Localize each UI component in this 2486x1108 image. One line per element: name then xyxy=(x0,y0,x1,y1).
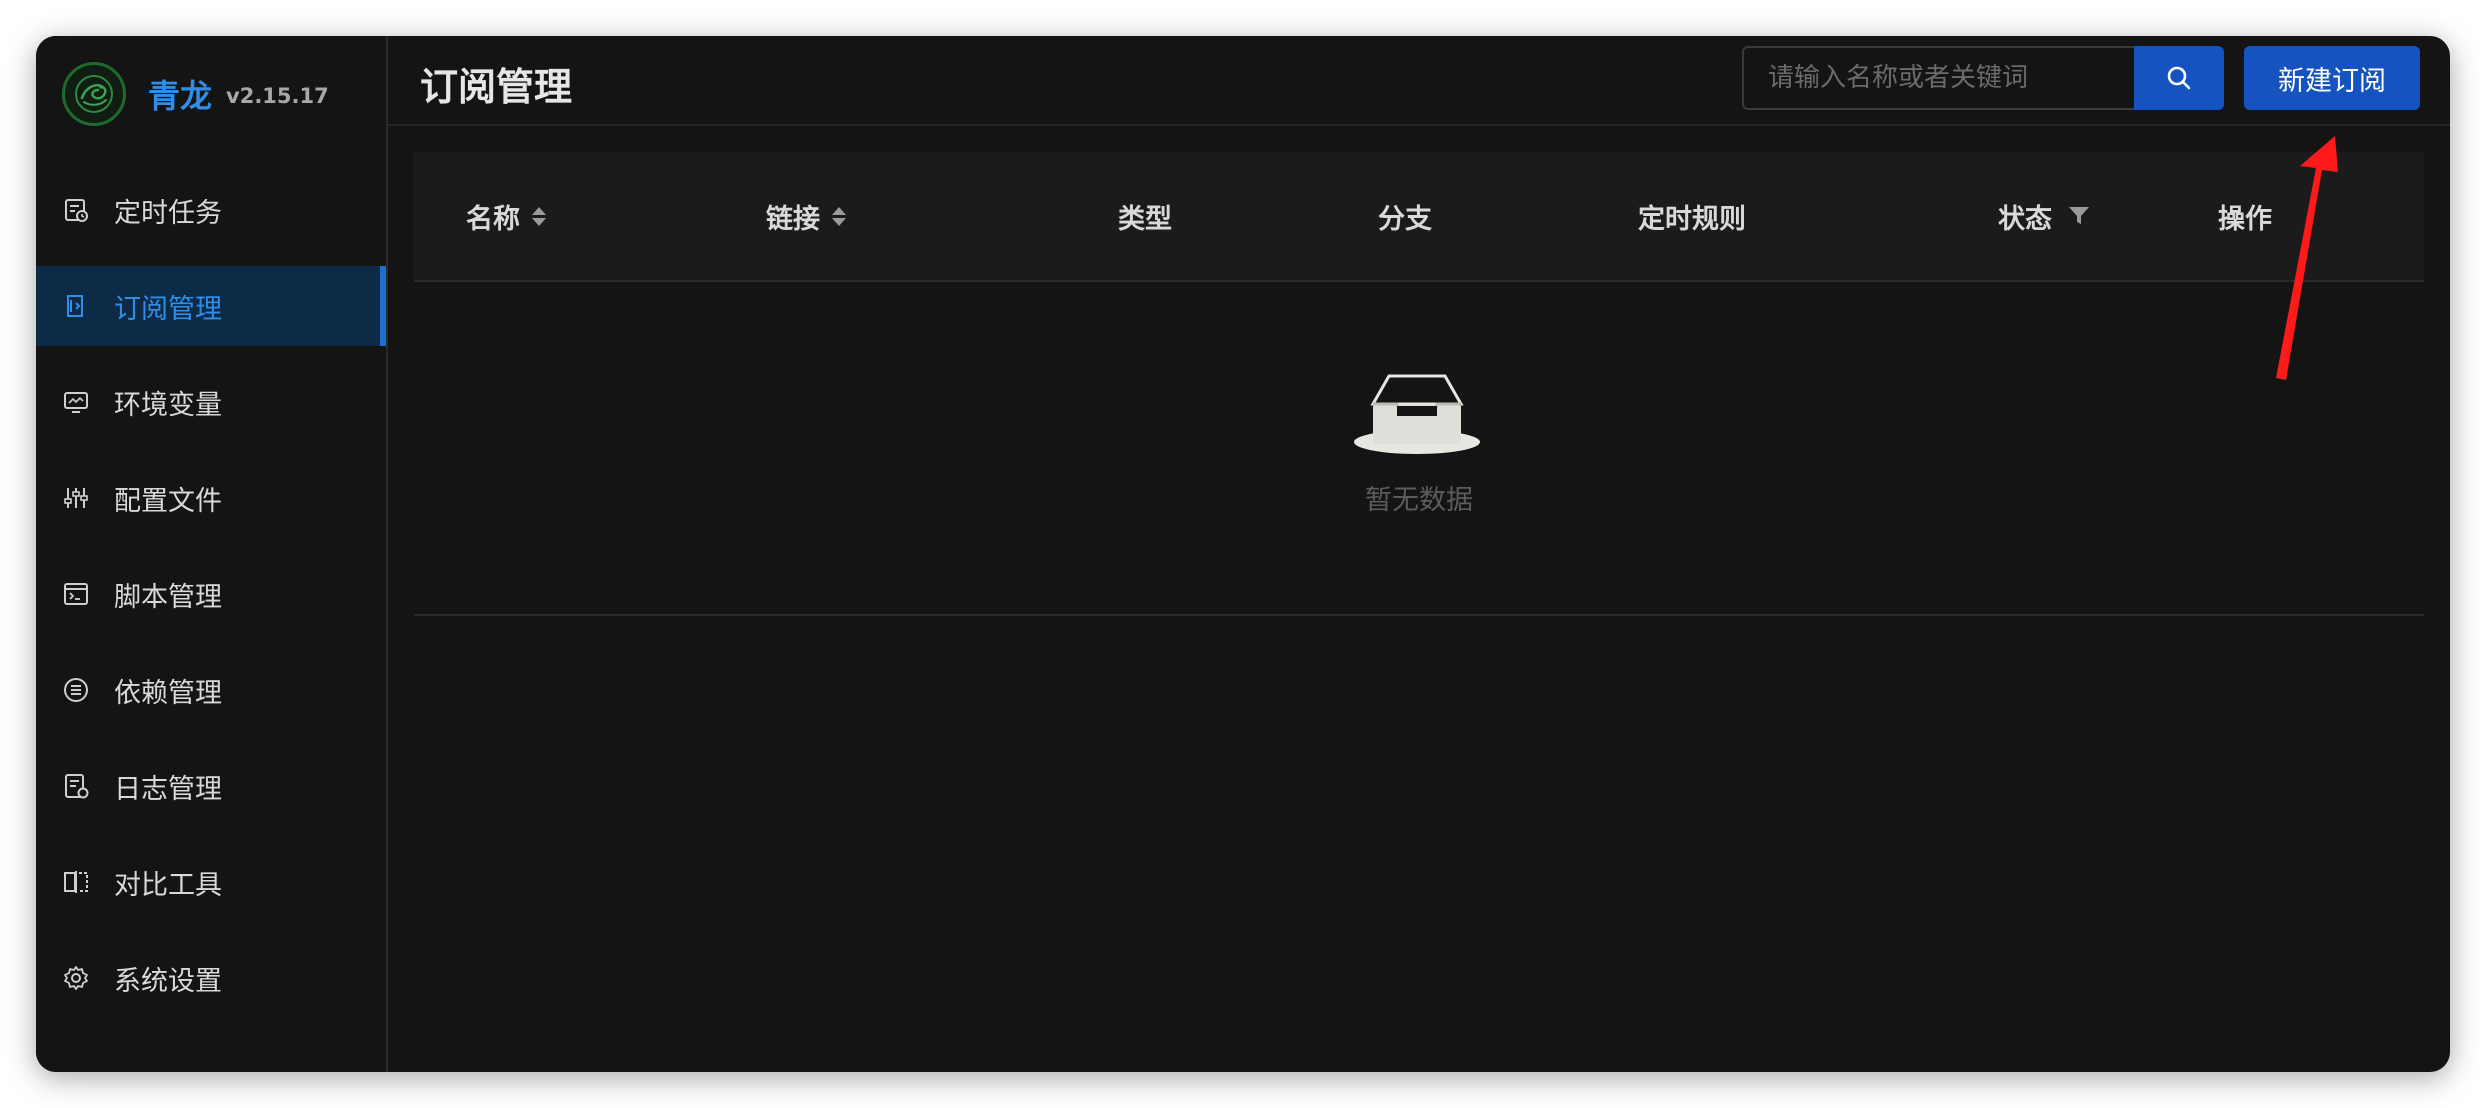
column-header-name[interactable]: 名称 xyxy=(466,152,546,280)
column-label: 定时规则 xyxy=(1638,203,1746,235)
column-label: 状态 xyxy=(1998,203,2052,235)
terminal-icon xyxy=(60,578,92,610)
column-label: 名称 xyxy=(466,203,520,235)
dragon-logo-icon xyxy=(62,62,126,126)
sidebar-item-label: 环境变量 xyxy=(114,389,222,421)
sidebar-item-logs[interactable]: 日志管理 xyxy=(36,746,386,826)
sidebar: 青龙 v2.15.17 定时任务 订阅管理 环境变量 配置文件 脚本管理 依赖管… xyxy=(36,36,388,1072)
app-window: 青龙 v2.15.17 定时任务 订阅管理 环境变量 配置文件 脚本管理 依赖管… xyxy=(36,36,2450,1072)
sidebar-item-config-files[interactable]: 配置文件 xyxy=(36,458,386,538)
log-file-icon xyxy=(60,770,92,802)
subscription-table: 名称 链接 类型 分支 定时规则 状态 操作 暂无数据 xyxy=(414,152,2424,616)
sidebar-item-diff-tool[interactable]: 对比工具 xyxy=(36,842,386,922)
empty-inbox-icon xyxy=(1354,374,1480,454)
search-icon xyxy=(2167,66,2191,90)
page-header: 订阅管理 新建订阅 xyxy=(388,36,2450,126)
sidebar-item-settings[interactable]: 系统设置 xyxy=(36,938,386,1018)
column-label: 分支 xyxy=(1378,203,1432,235)
sidebar-item-dependencies[interactable]: 依赖管理 xyxy=(36,650,386,730)
column-header-status: 状态 xyxy=(1998,152,2090,280)
sidebar-item-label: 对比工具 xyxy=(114,869,222,901)
sidebar-item-cron-tasks[interactable]: 定时任务 xyxy=(36,170,386,250)
sort-icon[interactable] xyxy=(532,206,546,226)
page-title: 订阅管理 xyxy=(420,65,573,109)
sidebar-item-scripts[interactable]: 脚本管理 xyxy=(36,554,386,634)
column-label: 类型 xyxy=(1118,203,1172,235)
empty-text: 暂无数据 xyxy=(1365,485,1473,516)
subscription-icon xyxy=(60,290,92,322)
filter-icon[interactable] xyxy=(2068,206,2090,226)
search-button[interactable] xyxy=(2134,46,2224,110)
app-name: 青龙 xyxy=(148,77,213,115)
cron-task-icon xyxy=(60,194,92,226)
table-header: 名称 链接 类型 分支 定时规则 状态 操作 xyxy=(414,152,2424,282)
column-header-schedule: 定时规则 xyxy=(1638,152,1746,280)
app-version: v2.15.17 xyxy=(226,84,329,108)
sidebar-item-label: 脚本管理 xyxy=(114,581,222,613)
search-input[interactable] xyxy=(1744,48,2134,108)
sidebar-item-label: 依赖管理 xyxy=(114,677,222,709)
column-header-link[interactable]: 链接 xyxy=(766,152,846,280)
column-header-type: 类型 xyxy=(1118,152,1172,280)
diff-icon xyxy=(60,866,92,898)
sidebar-item-label: 订阅管理 xyxy=(114,293,222,325)
sidebar-item-label: 定时任务 xyxy=(114,197,222,229)
sidebar-item-label: 配置文件 xyxy=(114,485,222,517)
sidebar-item-label: 系统设置 xyxy=(114,965,222,997)
column-label: 操作 xyxy=(2218,203,2272,235)
sort-icon[interactable] xyxy=(832,206,846,226)
table-empty-state: 暂无数据 xyxy=(414,282,2424,616)
column-header-actions: 操作 xyxy=(2218,152,2272,280)
sidebar-nav: 定时任务 订阅管理 环境变量 配置文件 脚本管理 依赖管理 日志管理 对比工具 … xyxy=(36,170,386,1034)
column-label: 链接 xyxy=(766,203,820,235)
column-header-branch: 分支 xyxy=(1378,152,1432,280)
search-input-wrapper xyxy=(1742,46,2134,110)
sidebar-item-env-variables[interactable]: 环境变量 xyxy=(36,362,386,442)
brand[interactable]: 青龙 v2.15.17 xyxy=(62,60,329,128)
new-subscription-button[interactable]: 新建订阅 xyxy=(2244,46,2420,110)
list-circle-icon xyxy=(60,674,92,706)
monitor-icon xyxy=(60,386,92,418)
sidebar-item-label: 日志管理 xyxy=(114,773,222,805)
gear-icon xyxy=(60,962,92,994)
sliders-icon xyxy=(60,482,92,514)
sidebar-item-subscriptions[interactable]: 订阅管理 xyxy=(36,266,386,346)
